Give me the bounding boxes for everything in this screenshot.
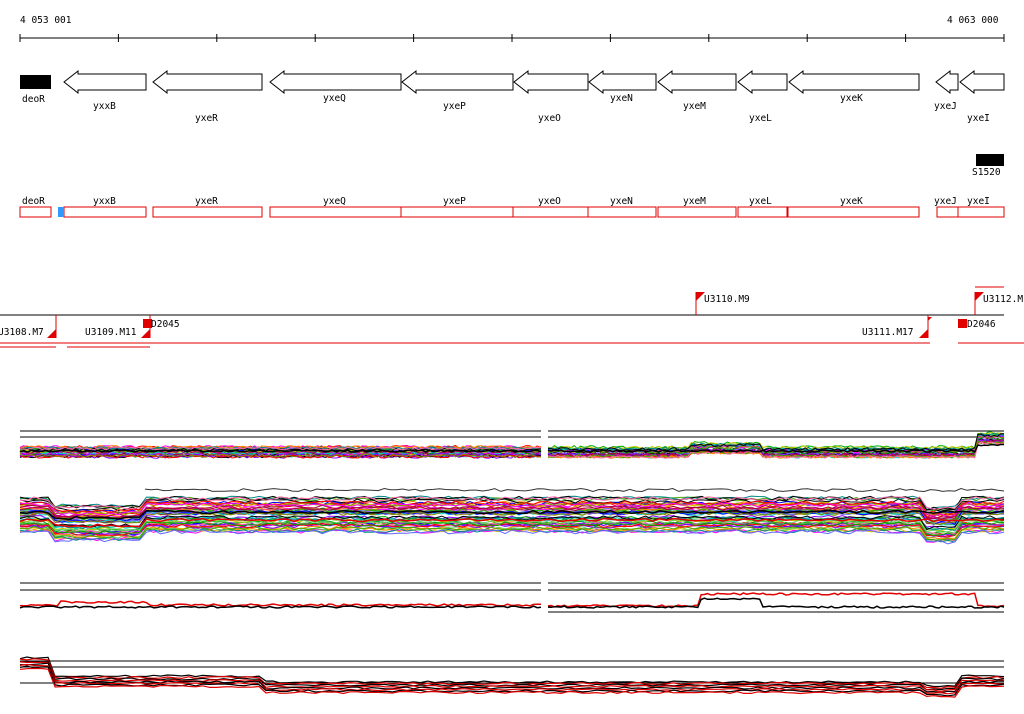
gene-arrow-yxeJ[interactable] [935,69,959,95]
genebox-yxeQ[interactable] [269,206,402,218]
genebox-yxeJ[interactable] [936,206,959,218]
label-u3111: U3111.M17 [862,327,913,338]
gene-arrow-yxeQ[interactable] [269,69,402,95]
genebox-yxeO[interactable] [512,206,589,218]
genebox-yxxB[interactable] [63,206,147,218]
feature-s1520[interactable] [976,154,1004,166]
genebox-label-yxxB: yxxB [93,196,116,207]
feature-s1520-label: S1520 [972,167,1001,178]
genebox-yxeP[interactable] [400,206,514,218]
genebox-label-yxeR: yxeR [195,196,218,207]
genebox-label-yxeJ: yxeJ [934,196,957,207]
gene-label-deoR: deoR [22,94,45,105]
genebox-label-yxeI: yxeI [967,196,990,207]
gene-arrow-yxeL[interactable] [737,69,788,95]
gene-arrow-yxeP[interactable] [401,69,514,95]
genebox-label-yxeK: yxeK [840,196,863,207]
shift-track: U3110.M9 U3112.M U3108.M7 U3109.M11 D204… [0,286,1024,348]
gene-label-yxxB: yxxB [93,101,116,112]
gene-label-yxeN: yxeN [610,93,633,104]
flag-u3108[interactable] [47,329,56,338]
genebox-label-yxeM: yxeM [683,196,706,207]
genebox-label-deoR: deoR [22,196,45,207]
flag-u3109[interactable] [141,329,150,338]
blue-marker[interactable] [58,207,64,217]
label-u3109: U3109.M11 [85,327,137,338]
genebox-yxeR[interactable] [152,206,263,218]
label-u3110: U3110.M9 [704,294,750,305]
genebox-yxeM[interactable] [657,206,737,218]
gene-arrow-yxeM[interactable] [657,69,737,95]
gene-label-yxeM: yxeM [683,101,706,112]
gene-deoR-solid[interactable] [20,75,51,89]
flag-u3111[interactable] [919,329,928,338]
genebox-yxeK[interactable] [787,206,920,218]
gene-label-yxeJ: yxeJ [934,101,957,112]
genebox-yxeL[interactable] [737,206,788,218]
gene-label-yxeK: yxeK [840,93,863,104]
gene-arrow-yxxB[interactable] [63,69,147,95]
gene-box-track: deoR yxxB yxeR yxeQ yxeP yxeO yxeN yxeM … [19,196,1005,218]
label-d2045: D2045 [151,319,180,330]
coordinate-end: 4 063 000 [947,15,999,26]
s-feature: S1520 [972,154,1004,178]
genebox-label-yxeP: yxeP [443,196,466,207]
genebox-deoR[interactable] [19,206,52,218]
gene-label-yxeQ: yxeQ [323,93,346,104]
gene-label-yxeI: yxeI [967,113,990,124]
label-u3112: U3112.M [983,294,1023,305]
genebox-label-yxeL: yxeL [749,196,772,207]
gene-label-yxeO: yxeO [538,113,561,124]
gene-arrow-yxeO[interactable] [513,69,589,95]
gene-arrow-yxeR[interactable] [152,69,263,95]
genebox-label-yxeN: yxeN [610,196,633,207]
coordinate-ruler: 4 053 001 4 063 000 [19,15,1005,42]
gene-arrow-yxeI[interactable] [959,69,1005,95]
label-u3108: U3108.M7 [0,327,44,338]
genebox-yxeI[interactable] [957,206,1005,218]
genebox-label-yxeO: yxeO [538,196,561,207]
gene-arrow-yxeN[interactable] [588,69,657,95]
gene-label-yxeL: yxeL [749,113,772,124]
label-d2046: D2046 [967,319,996,330]
coordinate-start: 4 053 001 [20,15,72,26]
expression-profiles [19,430,1005,698]
gene-arrow-yxeK[interactable] [788,69,920,95]
genebox-yxeN[interactable] [587,206,657,218]
genebox-label-yxeQ: yxeQ [323,196,346,207]
marker-d2046[interactable] [958,319,967,328]
gene-label-yxeR: yxeR [195,113,218,124]
gene-label-yxeP: yxeP [443,101,466,112]
gene-track: deoR yxxB yxeR yxeQ yxeP yxeO yxeN yxeM … [20,69,1005,124]
genome-browser: 4 053 001 4 063 000 deoR yxxB yxeR yxeQ … [0,15,1024,698]
